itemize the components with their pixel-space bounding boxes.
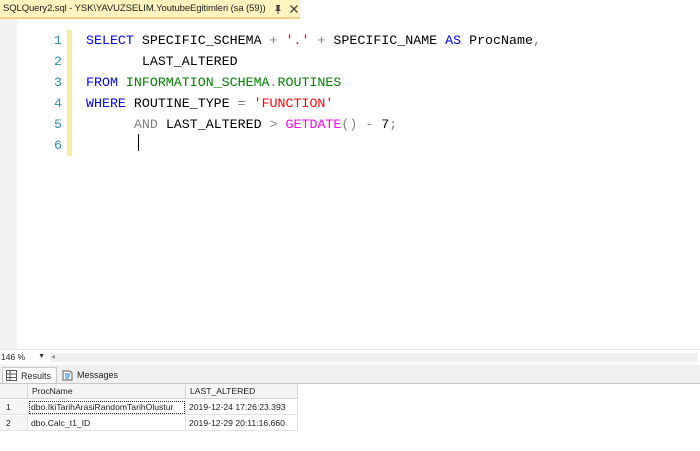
line-number: 5 [54,117,62,132]
pin-icon[interactable] [273,4,283,14]
cell-procname[interactable]: dbo.IkiTarihArasiRandomTarihOlustur [28,400,186,415]
row-number[interactable]: 2 [0,416,28,431]
code-token: SPECIFIC_NAME [325,33,446,48]
cell-last-altered[interactable]: 2019-12-24 17:26:23.393 [186,400,298,415]
table-row[interactable]: 2 dbo.Calc_t1_ID 2019-12-29 20:11:16.660 [0,416,700,431]
line-number: 4 [54,96,62,111]
code-token: ROUTINES [277,75,342,90]
code-token: SELECT [86,33,134,48]
code-text: LAST_ALTERED [86,51,238,72]
code-text: AND LAST_ALTERED > GETDATE() - 7; [86,114,397,135]
code-token: 'FUNCTION' [253,96,334,111]
code-token: () [341,117,358,132]
tab-messages-label: Messages [77,370,119,380]
results-grid[interactable]: ProcName LAST_ALTERED 1 dbo.IkiTarihAras… [0,384,700,451]
messages-icon [62,370,73,381]
horizontal-scrollbar[interactable]: ◂ [50,352,698,362]
code-token: LAST_ALTERED [157,117,270,132]
document-tab-strip: SQLQuery2.sql - YSK\YAVUZSELIM.YoutubeEg… [0,0,700,19]
change-indicator [67,93,72,114]
grid-icon [6,370,17,381]
row-number-header[interactable] [0,384,28,399]
scroll-left-icon[interactable]: ◂ [51,352,55,361]
zoom-value: 146 % [1,352,26,362]
change-indicator [67,30,72,51]
tab-results-label: Results [21,370,52,381]
line-number: 3 [54,75,62,90]
tab-results[interactable]: Results [2,367,57,383]
change-indicator [67,114,72,135]
code-token: '.' [285,33,310,48]
code-token: FROM [86,75,118,90]
results-tab-bar: Results Messages [0,365,700,384]
code-token: INFORMATION_SCHEMA [125,75,270,90]
code-token: 7 [373,117,390,132]
code-token: . [269,75,278,90]
code-token: = [237,96,246,111]
query-editor[interactable]: 1 SELECT SPECIFIC_SCHEMA + '.' + SPECIFIC… [0,19,700,349]
code-token: ; [389,117,398,132]
change-indicator [67,135,72,156]
code-token: , [532,33,541,48]
editor-status-strip: 146 % ▼ ◂ [0,349,700,365]
code-text: SELECT SPECIFIC_SCHEMA + '.' + SPECIFIC_… [86,30,541,51]
line-number: 1 [54,33,62,48]
line-number: 6 [54,138,62,153]
code-token: SPECIFIC_SCHEMA [133,33,270,48]
chevron-down-icon: ▼ [38,353,45,360]
line-number: 2 [54,54,62,69]
cell-procname[interactable]: dbo.Calc_t1_ID [28,416,186,431]
document-tab-title: SQLQuery2.sql - YSK\YAVUZSELIM.YoutubeEg… [3,3,266,14]
code-token: GETDATE [285,117,342,132]
grid-header-row: ProcName LAST_ALTERED [0,384,700,399]
change-indicator [67,51,72,72]
table-row[interactable]: 1 dbo.IkiTarihArasiRandomTarihOlustur 20… [0,400,700,415]
code-token: LAST_ALTERED [86,54,238,69]
row-number[interactable]: 1 [0,400,28,415]
close-icon[interactable] [289,4,299,14]
code-text: WHERE ROUTINE_TYPE = 'FUNCTION' [86,93,333,114]
code-token: AS [445,33,462,48]
code-token: AND [133,117,158,132]
column-header-procname[interactable]: ProcName [28,384,186,399]
code-token: ROUTINE_TYPE [125,96,238,111]
cell-last-altered[interactable]: 2019-12-29 20:11:16.660 [186,416,298,431]
code-text: FROM INFORMATION_SCHEMA.ROUTINES [86,72,341,93]
document-tab[interactable]: SQLQuery2.sql - YSK\YAVUZSELIM.YoutubeEg… [0,0,300,19]
code-token: > [269,117,278,132]
editor-glyph-margin [0,19,17,349]
text-caret [138,134,139,151]
zoom-dropdown[interactable]: 146 % ▼ [1,351,45,363]
code-token: + [269,33,278,48]
code-token: WHERE [86,96,126,111]
tab-messages[interactable]: Messages [59,367,121,383]
code-token: ProcName [461,33,533,48]
change-indicator [67,72,72,93]
column-header-last-altered[interactable]: LAST_ALTERED [186,384,298,399]
